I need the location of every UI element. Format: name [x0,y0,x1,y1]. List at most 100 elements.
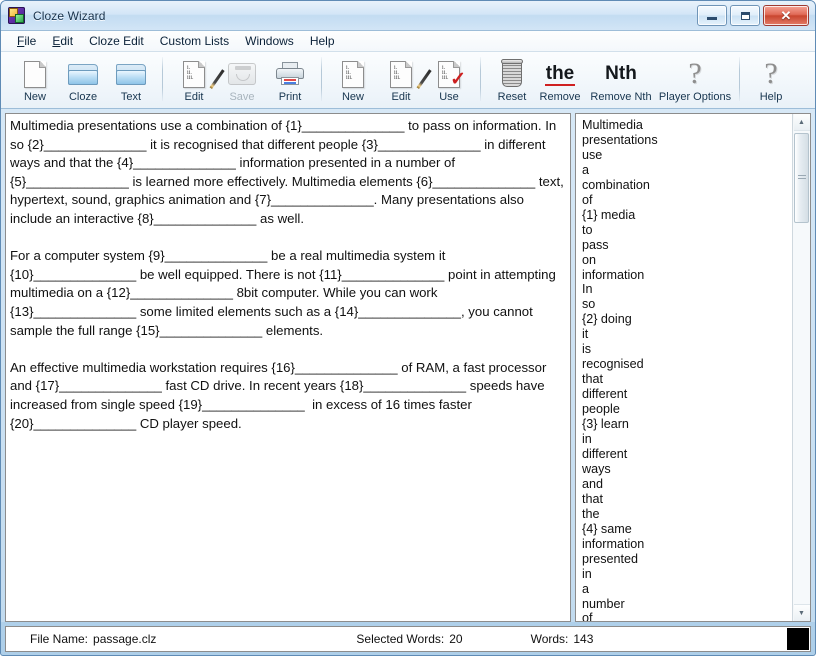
wordlist-item[interactable]: that [582,492,792,507]
status-selected-words: Selected Words: 20 [356,632,462,646]
menu-item-edit[interactable]: Edit [44,32,81,51]
wordlist-item[interactable]: a [582,582,792,597]
passage-pane: Multimedia presentations use a combinati… [5,113,571,622]
close-icon: ✕ [780,7,792,23]
wordlist-item[interactable]: and [582,477,792,492]
scroll-thumb-grip-icon [797,175,806,181]
menu-item-file[interactable]: File [9,32,44,51]
menu-item-custom-lists[interactable]: Custom Lists [152,32,237,51]
window-controls: ✕ [697,5,811,26]
wordlist-item[interactable]: it [582,327,792,342]
toolbar-separator-3 [480,57,481,101]
wordlist-item[interactable]: Multimedia [582,118,792,133]
status-bar: File Name: passage.clz Selected Words: 2… [5,626,811,652]
minimize-icon [698,6,726,25]
toolbar-separator-2 [321,57,322,101]
wordlist-item[interactable]: people [582,402,792,417]
menu-item-help[interactable]: Help [302,32,343,51]
scroll-thumb[interactable] [794,133,809,223]
wordlist-item[interactable]: combination [582,178,792,193]
toolbar-reset-button[interactable]: Reset [488,55,536,107]
menu-label-edit-rest: dit [60,33,74,48]
menu-bar: File Edit Cloze Edit Custom Lists Window… [1,31,815,52]
wordlist-item[interactable]: information [582,537,792,552]
wordlist-item[interactable]: {1} media [582,208,792,223]
help-question-icon: ? [752,58,790,90]
wordlist-item[interactable]: ways [582,462,792,477]
menu-item-cloze-edit[interactable]: Cloze Edit [81,32,152,51]
wordlist-item[interactable]: of [582,193,792,208]
wordlist[interactable]: Multimedia presentations use a combination of… [576,114,792,621]
scroll-track[interactable] [793,131,810,604]
status-total-words: Words: 143 [531,632,594,646]
content-area: Multimedia presentations use a combinati… [1,109,815,622]
toolbar-player-options-label: Player Options [658,91,732,103]
passage-text[interactable]: Multimedia presentations use a combinati… [6,114,570,621]
wordlist-item[interactable]: different [582,387,792,402]
toolbar-separator-1 [162,57,163,101]
maximize-button[interactable] [730,5,760,26]
toolbar-save-button[interactable]: Save [218,55,266,107]
wordlist-item[interactable]: that [582,372,792,387]
scroll-up-arrow-icon[interactable]: ▲ [793,114,810,131]
wordlist-item[interactable]: of [582,611,792,621]
wordlist-item[interactable]: to [582,223,792,238]
toolbar-remove-nth-button[interactable]: Nth Remove Nth [584,55,658,107]
wordlist-item[interactable]: number [582,597,792,612]
printer-icon [271,58,309,90]
status-indicator [787,628,809,650]
wordlist-item[interactable]: presentations [582,133,792,148]
toolbar-edit-button[interactable]: i. ii. iii. Edit [170,55,225,107]
wordlist-item[interactable]: different [582,447,792,462]
wordlist-item[interactable]: {4} same [582,522,792,537]
wordlist-item[interactable]: a [582,163,792,178]
passage-paragraph: Multimedia presentations use a combinati… [10,118,568,226]
status-file-name: File Name: passage.clz [30,632,156,646]
edit-document-icon: i. ii. iii. [175,58,225,90]
wordlist-item[interactable]: use [582,148,792,163]
toolbar-help-button[interactable]: ? Help [747,55,795,107]
toolbar-save-label: Save [229,91,255,103]
wordlist-item[interactable]: in [582,567,792,582]
status-file-value: passage.clz [93,632,157,646]
status-selected-value: 20 [449,632,463,646]
wordlist-item[interactable]: is [582,342,792,357]
toolbar-new-list-button[interactable]: i. ii. iii. New [329,55,377,107]
help-glyph: ? [764,57,778,90]
new-list-icon: i. ii. iii. [334,58,372,90]
wordlist-item[interactable]: in [582,432,792,447]
wordlist-item[interactable]: information [582,268,792,283]
toolbar-edit-list-button[interactable]: i. ii. iii. Edit [377,55,432,107]
status-selected-label: Selected Words: [356,632,445,646]
wordlist-item[interactable]: the [582,507,792,522]
wordlist-item[interactable]: recognised [582,357,792,372]
toolbar-open-text-button[interactable]: Text [107,55,155,107]
close-button[interactable]: ✕ [763,5,809,26]
menu-label-file-rest: ile [24,33,37,48]
scroll-down-arrow-icon[interactable]: ▼ [793,604,810,621]
remove-the-glyph: the [544,63,575,86]
wordlist-scrollbar[interactable]: ▲ ▼ [792,114,810,621]
title-bar: Cloze Wizard ✕ [1,1,815,31]
toolbar-list-edit-label: Edit [391,91,411,103]
wordlist-item[interactable]: {2} doing [582,312,792,327]
wordlist-item[interactable]: on [582,253,792,268]
toolbar-print-button[interactable]: Print [266,55,314,107]
toolbar-new-cloze-button[interactable]: New [11,55,59,107]
wordlist-item[interactable]: presented [582,552,792,567]
wordlist-item[interactable]: so [582,297,792,312]
wordlist-item[interactable]: {3} learn [582,417,792,432]
passage-paragraph: An effective multimedia workstation requ… [10,359,551,431]
toolbar-player-options-button[interactable]: ? Player Options [658,55,732,107]
passage-paragraph [10,229,566,248]
toolbar-remove-the-button[interactable]: the Remove [536,55,584,107]
wordlist-item[interactable]: In [582,282,792,297]
toolbar-list-use-label: Use [439,91,459,103]
menu-item-windows[interactable]: Windows [237,32,302,51]
status-words-value: 143 [573,632,594,646]
wordlist-item[interactable]: pass [582,238,792,253]
toolbar-open-cloze-button[interactable]: Cloze [59,55,107,107]
toolbar-reset-label: Reset [497,91,527,103]
toolbar-use-list-button[interactable]: i. ii. iii. ✓ Use [425,55,473,107]
minimize-button[interactable] [697,5,727,26]
